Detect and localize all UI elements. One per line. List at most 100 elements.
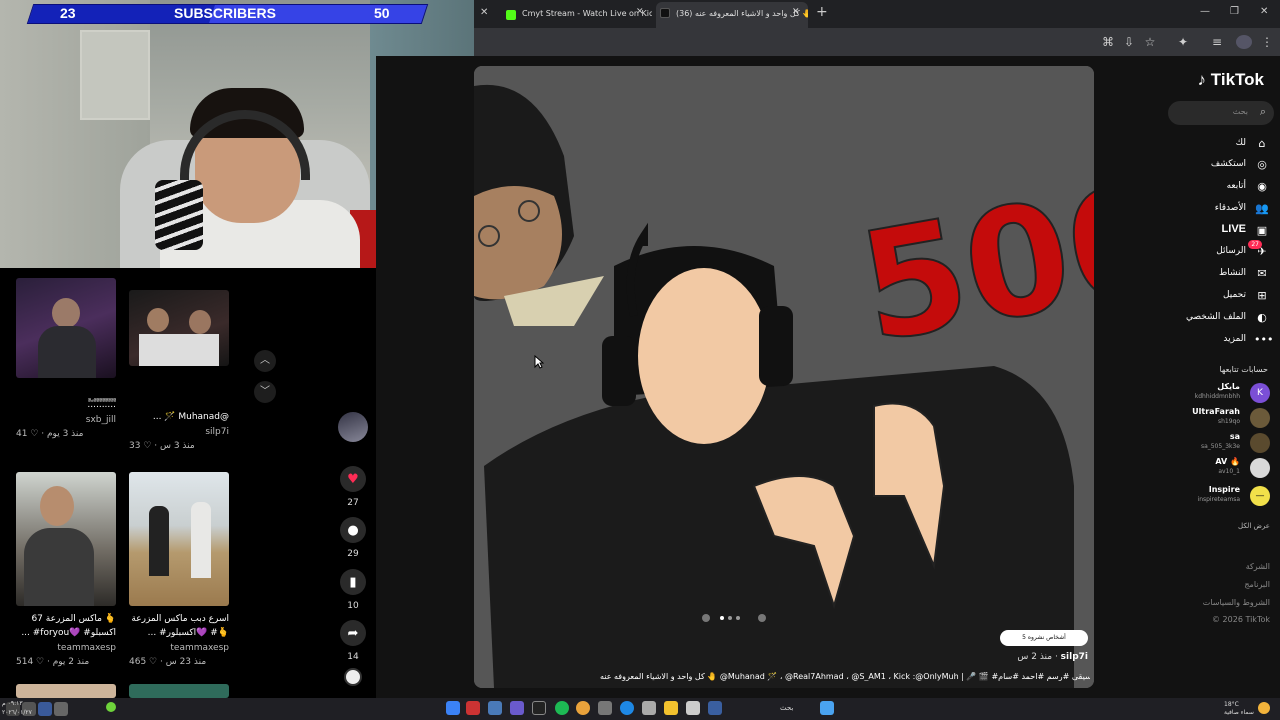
video-frame-drawing: 500: [474, 66, 1094, 688]
sidebar-item-messages[interactable]: الرسائل ✈ 27: [1150, 240, 1270, 260]
video-thumbnail[interactable]: [129, 472, 229, 606]
app-icon[interactable]: [642, 701, 656, 715]
grid-card[interactable]: ًًًًًًًًًًًًًًًًًًًًًًًًًًًًًًًً ... 🪄 M…: [129, 290, 229, 452]
comment-icon[interactable]: ●: [340, 517, 366, 543]
avatar[interactable]: [1250, 433, 1270, 453]
edge-icon[interactable]: [620, 701, 634, 715]
card-author[interactable]: silp7i: [129, 426, 229, 438]
app-icon[interactable]: [708, 701, 722, 715]
close-icon[interactable]: ✕: [480, 7, 488, 18]
like-icon[interactable]: ♥: [340, 466, 366, 492]
avatar[interactable]: —: [1250, 486, 1270, 506]
grid-card[interactable]: [129, 684, 229, 698]
address-bar[interactable]: [474, 28, 1280, 56]
previous-video-button[interactable]: ︿: [254, 350, 276, 372]
share-icon[interactable]: ➦: [340, 620, 366, 646]
footer-link[interactable]: البرنامج: [1244, 580, 1270, 589]
app-icon[interactable]: [510, 701, 524, 715]
app-icon[interactable]: [686, 701, 700, 715]
mouse-cursor-icon: [534, 355, 544, 369]
bookmark-star-icon[interactable]: ☆: [1143, 35, 1157, 49]
grid-card[interactable]: [16, 684, 116, 698]
comment-count: 29: [347, 549, 359, 559]
folder-icon[interactable]: [664, 701, 678, 715]
sidebar-item-upload[interactable]: تحميل ⊞: [1150, 288, 1270, 304]
avatar[interactable]: [1236, 35, 1252, 49]
app-icon[interactable]: [466, 701, 480, 715]
video-thumbnail[interactable]: [16, 278, 116, 378]
avatar[interactable]: K: [1250, 383, 1270, 403]
video-player[interactable]: 500 5 أشخاص نشروه: [474, 66, 1094, 688]
video-thumbnail[interactable]: [129, 684, 229, 698]
menu-icon[interactable]: ⋮: [1260, 35, 1274, 49]
search-icon[interactable]: ⌕: [1260, 105, 1266, 119]
sidebar-item-home[interactable]: لك ⌂: [1150, 136, 1270, 152]
taskbar-search[interactable]: بحث: [780, 704, 793, 712]
next-video-button[interactable]: ﹀: [254, 381, 276, 403]
weather-icon[interactable]: [1258, 702, 1270, 714]
browser-tab-bar: ✕ Cmyt Stream - Watch Live on Kick ✕ (36…: [474, 0, 1280, 28]
card-author[interactable]: sxb_jill: [16, 414, 116, 426]
terminal-icon[interactable]: [532, 701, 546, 715]
new-tab-button[interactable]: +: [816, 4, 828, 20]
grid-card[interactable]: 67 ماكس المزرعة 🫰 ... #foryou💜 #اكسبلو t…: [16, 472, 116, 668]
video-thumbnail[interactable]: [129, 290, 229, 366]
tab-tiktok[interactable]: (36) كل واحد و الاشياء المعروفه عنه 🤚: [656, 2, 808, 28]
grid-card[interactable]: اسرع دبب ماكس المزرعة ... #اكسبلور💜 #🫰 t…: [129, 472, 229, 668]
grid-card[interactable]: ًًًًًًًًًًًًًًًًًًًًًًًًًًًًًًًًًً ً.ً.ً…: [16, 278, 116, 440]
following-item[interactable]: AV 🔥 av10_1: [1110, 457, 1270, 479]
close-window-icon[interactable]: ✕: [1260, 6, 1268, 17]
minimize-icon[interactable]: —: [1200, 6, 1210, 17]
app-icon[interactable]: [488, 701, 502, 715]
avatar[interactable]: [1250, 458, 1270, 478]
chrome-icon[interactable]: [576, 701, 590, 715]
card-author[interactable]: teammaxesp: [129, 642, 229, 654]
repost-chip[interactable]: 5 أشخاص نشروه: [1000, 630, 1088, 646]
footer-link[interactable]: الشروط والسياسات: [1203, 598, 1270, 607]
footer-link[interactable]: الشركة: [1246, 562, 1270, 571]
sidebar-item-profile[interactable]: الملف الشخصي ◐: [1150, 310, 1270, 326]
translate-icon[interactable]: ⌘: [1101, 35, 1115, 49]
music-disc-icon[interactable]: [344, 668, 362, 686]
tiktok-logo[interactable]: ♪ TikTok: [1198, 70, 1264, 90]
following-item[interactable]: Inspire inspireteamsa —: [1110, 485, 1270, 507]
status-icon[interactable]: [106, 702, 116, 712]
tab-kick[interactable]: Cmyt Stream - Watch Live on Kick: [502, 4, 652, 24]
extensions-icon[interactable]: ✦: [1176, 35, 1190, 49]
avatar[interactable]: [1250, 408, 1270, 428]
sidebar-item-friends[interactable]: الأصدقاء 👥: [1150, 201, 1270, 217]
sidebar-item-compass[interactable]: استكشف ◎: [1150, 157, 1270, 173]
sidebar-item-live[interactable]: LIVE ▣: [1150, 223, 1270, 239]
card-meta: 41 ♡ · منذ 3 يوم: [16, 429, 84, 439]
install-icon[interactable]: ⇩: [1122, 35, 1136, 49]
following-item[interactable]: مايكل kdhhiddmnbhh K: [1110, 382, 1270, 404]
app-icon[interactable]: [54, 702, 68, 716]
following-item[interactable]: sa sa_505_3k3e: [1110, 432, 1270, 454]
sidebar-item-activity[interactable]: النشاط ✉: [1150, 266, 1270, 282]
video-author[interactable]: silp7i: [1061, 652, 1088, 662]
show-more-link[interactable]: عرض الكل: [1238, 522, 1270, 530]
app-icon[interactable]: [598, 701, 612, 715]
creator-avatar[interactable]: [338, 412, 368, 442]
card-meta: 33 ♡ · منذ 3 س: [129, 441, 195, 451]
close-icon[interactable]: ✕: [636, 7, 644, 17]
save-count: 10: [347, 601, 359, 611]
start-icon[interactable]: [446, 701, 460, 715]
weather-temp: 18°C: [1224, 701, 1239, 708]
sidebar-item-following[interactable]: أتابعه ◉: [1150, 179, 1270, 195]
search-input[interactable]: بحث ⌕: [1168, 101, 1274, 125]
video-thumbnail[interactable]: [16, 684, 116, 698]
spotify-icon[interactable]: [555, 701, 569, 715]
home-icon: ⌂: [1258, 137, 1266, 150]
video-thumbnail[interactable]: [16, 472, 116, 606]
sidebar-item-more[interactable]: المزيد •••: [1150, 332, 1273, 348]
bookmark-icon[interactable]: ▮: [340, 569, 366, 595]
app-icon[interactable]: [38, 702, 52, 716]
following-item[interactable]: UltraFarah sh19qo: [1110, 407, 1270, 429]
app-icon[interactable]: [820, 701, 834, 715]
card-author[interactable]: teammaxesp: [16, 642, 116, 654]
media-icon[interactable]: ≡: [1210, 35, 1224, 49]
footer-link[interactable]: © 2026 TikTok: [1212, 615, 1270, 624]
restore-icon[interactable]: ❐: [1230, 6, 1239, 17]
close-icon[interactable]: ✕: [792, 7, 800, 17]
